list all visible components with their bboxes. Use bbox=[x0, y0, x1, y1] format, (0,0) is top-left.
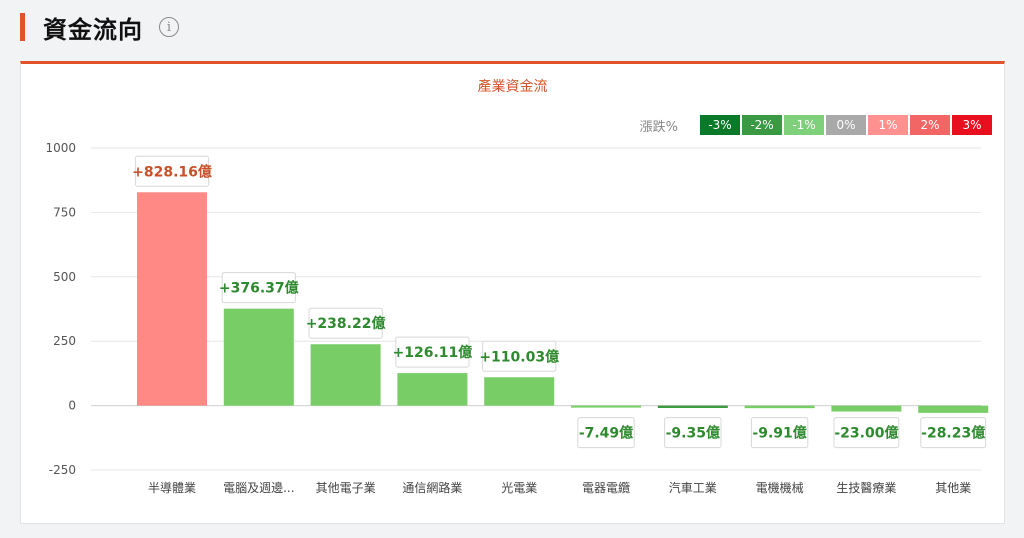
chart-card: 產業資金流 漲跌% -3% -2% -1% 0% 1% 2% 3% 1000 750 500 25… bbox=[20, 61, 1005, 524]
bar[interactable] bbox=[223, 308, 294, 406]
x-tick-label: 光電業 bbox=[501, 481, 537, 495]
x-tick-label: 電機機械 bbox=[756, 480, 804, 495]
y-tick-label: 500 bbox=[53, 270, 76, 284]
value-label: -9.35億 bbox=[666, 425, 720, 442]
bar[interactable] bbox=[484, 377, 555, 406]
bar[interactable] bbox=[397, 373, 468, 406]
y-tick-label: 750 bbox=[53, 205, 76, 219]
y-tick-label: 1000 bbox=[45, 141, 76, 155]
bar[interactable] bbox=[657, 405, 728, 409]
x-tick-label: 電器電纜 bbox=[582, 481, 630, 495]
value-label: +110.03億 bbox=[479, 348, 559, 365]
bar[interactable] bbox=[310, 344, 381, 406]
value-label: +126.11億 bbox=[393, 344, 473, 361]
bar[interactable] bbox=[571, 405, 641, 408]
value-label: -7.49億 bbox=[579, 425, 633, 442]
y-tick-label: 0 bbox=[68, 399, 76, 413]
bar[interactable] bbox=[918, 405, 989, 413]
x-tick-label: 其他業 bbox=[935, 481, 971, 495]
bar-chart: 1000 750 500 250 0 -250 +828.16億半導體業 +376.37億電腦… bbox=[45, 141, 989, 495]
y-tick-label: 250 bbox=[53, 334, 76, 348]
bar[interactable] bbox=[137, 192, 207, 406]
x-tick-label: 汽車工業 bbox=[669, 480, 717, 495]
value-label: +238.22億 bbox=[306, 315, 386, 332]
y-tick-label: -250 bbox=[49, 463, 76, 477]
x-tick-label: 半導體業 bbox=[148, 481, 196, 495]
x-tick-label: 生技醫療業 bbox=[836, 481, 896, 495]
x-tick-label: 其他電子業 bbox=[316, 481, 376, 495]
value-label: -9.91億 bbox=[752, 425, 806, 442]
value-label: +828.16億 bbox=[132, 163, 212, 180]
bar[interactable] bbox=[744, 405, 815, 409]
x-tick-label: 電腦及週邊... bbox=[223, 480, 294, 495]
section-header: 資金流向 i bbox=[20, 10, 179, 44]
info-icon[interactable]: i bbox=[159, 17, 179, 37]
header-accent-bar bbox=[20, 13, 25, 41]
x-tick-label: 通信網路業 bbox=[402, 480, 462, 495]
value-label: +376.37億 bbox=[219, 280, 299, 297]
value-label: -23.00億 bbox=[834, 425, 898, 442]
page-title: 資金流向 bbox=[43, 15, 143, 44]
bar[interactable] bbox=[831, 405, 902, 412]
value-label: -28.23億 bbox=[921, 425, 985, 442]
